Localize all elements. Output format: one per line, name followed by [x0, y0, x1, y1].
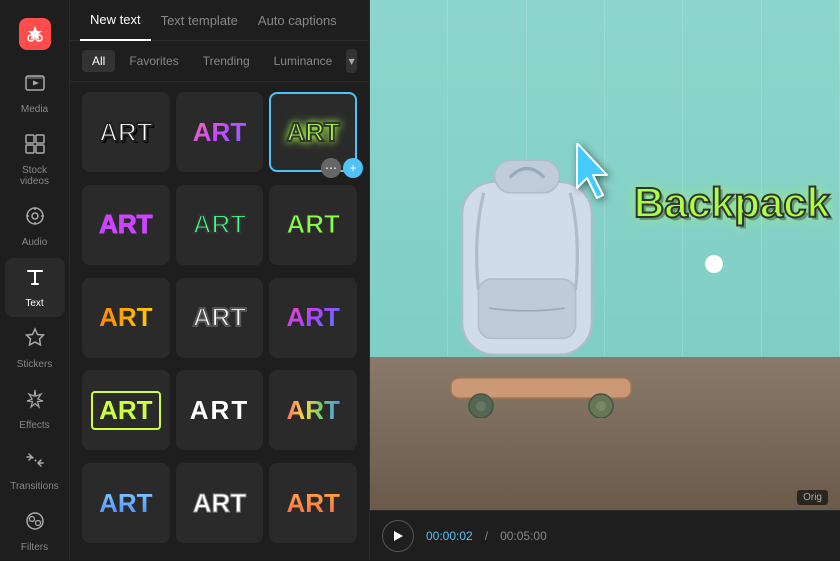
style-label-10: ART: [91, 391, 160, 430]
stock-icon: [24, 133, 46, 161]
style-label-3: ART: [286, 117, 339, 148]
sidebar-item-transitions[interactable]: Transitions: [5, 441, 65, 500]
style-item-15[interactable]: ART: [269, 463, 357, 543]
style-item-4[interactable]: ART: [82, 185, 170, 265]
style-item-14[interactable]: ART: [176, 463, 264, 543]
preview-btn[interactable]: ⋯: [321, 158, 341, 178]
style-label-7: ART: [99, 302, 152, 333]
stickers-icon: [24, 327, 46, 355]
tab-text-template[interactable]: Text template: [151, 1, 248, 40]
sidebar-label-text: Text: [25, 298, 43, 309]
sidebar-item-audio[interactable]: Audio: [5, 197, 65, 256]
sidebar: Media Stock videos Audio: [0, 0, 70, 560]
style-item-2[interactable]: ART: [176, 92, 264, 172]
preview-area: Backpack Orig 00:00:02 / 00:05:00: [370, 0, 840, 560]
sidebar-label-filters: Filters: [21, 542, 48, 553]
tab-auto-captions[interactable]: Auto captions: [248, 1, 347, 40]
sidebar-item-stock[interactable]: Stock videos: [5, 125, 65, 195]
text-panel: New text Text template Auto captions All…: [70, 0, 370, 560]
style-grid: ART ART ART ⋯ + ART ART ART ART ART: [70, 82, 369, 560]
filter-tabs: All Favorites Trending Luminance ▾: [70, 41, 369, 82]
style-label-12: ART: [286, 395, 339, 426]
preview-video: Backpack: [370, 0, 840, 510]
add-overlay: ⋯ +: [321, 158, 363, 178]
playback-controls: 00:00:02 / 00:05:00: [382, 520, 547, 552]
filter-favorites[interactable]: Favorites: [119, 50, 188, 72]
audio-icon: [24, 205, 46, 233]
logo-area: [19, 8, 51, 62]
cursor-arrow: [567, 143, 617, 208]
filters-icon: [24, 510, 46, 538]
sidebar-item-effects[interactable]: Effects: [5, 380, 65, 439]
time-current: 00:00:02: [426, 529, 473, 543]
video-background: Backpack: [370, 0, 840, 510]
style-item-7[interactable]: ART: [82, 278, 170, 358]
style-label-11: ART: [190, 395, 249, 426]
sidebar-item-filters[interactable]: Filters: [5, 502, 65, 561]
style-item-1[interactable]: ART: [82, 92, 170, 172]
sidebar-item-media[interactable]: Media: [5, 64, 65, 123]
bottom-bar: 00:00:02 / 00:05:00: [370, 510, 840, 560]
style-label-15: ART: [286, 488, 339, 519]
style-label-2: ART: [193, 117, 246, 148]
style-label-14: ART: [193, 488, 246, 519]
style-item-13[interactable]: ART: [82, 463, 170, 543]
sidebar-item-text[interactable]: Text: [5, 258, 65, 317]
sidebar-label-stickers: Stickers: [17, 359, 53, 370]
selection-handle[interactable]: [705, 255, 723, 273]
add-style-btn[interactable]: +: [343, 158, 363, 178]
time-separator: /: [485, 529, 488, 543]
style-item-12[interactable]: ART: [269, 370, 357, 450]
time-total: 00:05:00: [500, 529, 547, 543]
media-icon: [24, 72, 46, 100]
style-item-10[interactable]: ART: [82, 370, 170, 450]
text-icon: [24, 266, 46, 294]
transitions-icon: [24, 449, 46, 477]
style-item-8[interactable]: ART: [176, 278, 264, 358]
panel-tabs: New text Text template Auto captions: [70, 0, 369, 41]
sidebar-label-stock: Stock videos: [11, 165, 59, 187]
skateboard-illustration: [441, 368, 641, 418]
filter-luminance[interactable]: Luminance: [264, 50, 343, 72]
filter-dropdown-btn[interactable]: ▾: [346, 49, 357, 73]
effects-icon: [24, 388, 46, 416]
play-button[interactable]: [382, 520, 414, 552]
sidebar-item-stickers[interactable]: Stickers: [5, 319, 65, 378]
filter-all[interactable]: All: [82, 50, 115, 72]
style-label-5: ART: [193, 209, 246, 240]
sidebar-label-audio: Audio: [22, 237, 48, 248]
backpack-overlay-text: Backpack: [634, 179, 830, 227]
style-item-3[interactable]: ART ⋯ +: [269, 92, 357, 172]
style-item-5[interactable]: ART: [176, 185, 264, 265]
style-label-13: ART: [99, 488, 152, 519]
orig-badge: Orig: [797, 490, 828, 505]
style-label-9: ART: [286, 302, 339, 333]
style-item-6[interactable]: ART: [269, 185, 357, 265]
style-label-1: ART: [99, 117, 152, 148]
style-label-6: ART: [286, 209, 339, 240]
tab-new-text[interactable]: New text: [80, 0, 151, 41]
style-item-11[interactable]: ART: [176, 370, 264, 450]
filter-trending[interactable]: Trending: [193, 50, 260, 72]
style-item-9[interactable]: ART: [269, 278, 357, 358]
style-label-8: ART: [193, 302, 246, 333]
sidebar-label-effects: Effects: [19, 420, 49, 431]
sidebar-label-transitions: Transitions: [10, 481, 59, 492]
style-label-4: ART: [99, 209, 152, 240]
app-logo: [19, 18, 51, 50]
sidebar-label-media: Media: [21, 104, 48, 115]
